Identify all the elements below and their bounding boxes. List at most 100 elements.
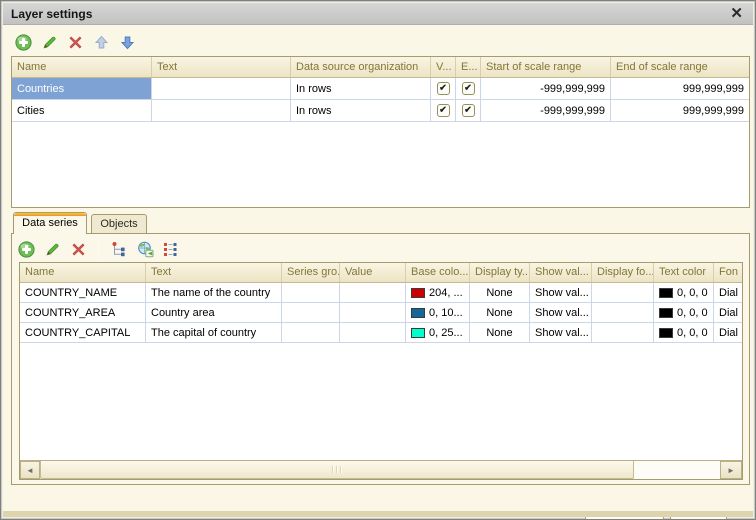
cell-series-name[interactable]: COUNTRY_AREA	[20, 303, 146, 322]
column-header-display-format[interactable]: Display fo...	[592, 263, 654, 282]
cell-show-value[interactable]: Show val...	[530, 283, 592, 302]
scrollbar-track[interactable]	[634, 461, 720, 479]
column-header-font[interactable]: Fon	[714, 263, 742, 282]
cell-show-value[interactable]: Show val...	[530, 323, 592, 342]
edit-series-icon[interactable]	[43, 240, 61, 258]
cell-start-of-scale-range[interactable]: -999,999,999	[481, 78, 611, 99]
cell-end-of-scale-range[interactable]: 999,999,999	[611, 100, 749, 121]
tab-data-series[interactable]: Data series	[13, 212, 87, 234]
column-header-text[interactable]: Text	[152, 57, 291, 77]
layers-grid: Name Text Data source organization V... …	[11, 56, 750, 208]
scroll-right-icon[interactable]: ►	[720, 461, 742, 479]
edit-layer-icon[interactable]	[40, 33, 58, 51]
cell-display-type[interactable]: None	[470, 283, 530, 302]
cell-font[interactable]: Dial	[714, 303, 742, 322]
column-header-data-source-organization[interactable]: Data source organization	[291, 57, 431, 77]
text-color-swatch	[659, 307, 673, 318]
column-header-base-color[interactable]: Base colo...	[406, 263, 470, 282]
series-row-country-name[interactable]: COUNTRY_NAME The name of the country 204…	[20, 283, 742, 303]
series-tree-icon[interactable]	[110, 240, 128, 258]
column-header-text[interactable]: Text	[146, 263, 282, 282]
column-header-display-type[interactable]: Display ty...	[470, 263, 530, 282]
cell-series-name[interactable]: COUNTRY_NAME	[20, 283, 146, 302]
import-from-source-globe-icon[interactable]	[136, 240, 154, 258]
add-layer-icon[interactable]	[14, 33, 32, 51]
cell-value[interactable]	[340, 283, 406, 302]
cell-display-type[interactable]: None	[470, 323, 530, 342]
cell-series-name[interactable]: COUNTRY_CAPITAL	[20, 323, 146, 342]
data-series-tab-page: Name Text Series gro... Value Base colo.…	[11, 233, 750, 485]
delete-layer-icon[interactable]	[66, 33, 84, 51]
column-header-text-color[interactable]: Text color	[654, 263, 714, 282]
series-toolbar	[17, 237, 180, 261]
column-header-end-of-scale-range[interactable]: End of scale range	[611, 57, 749, 77]
cell-enabled: ✔	[456, 78, 481, 99]
column-header-enabled[interactable]: E...	[456, 57, 481, 77]
cell-base-color[interactable]: 0, 10...	[406, 303, 470, 322]
window-frame-bottom	[3, 511, 753, 517]
column-header-show-value[interactable]: Show val...	[530, 263, 592, 282]
text-color-value: 0, 0, 0	[677, 326, 708, 339]
add-series-icon[interactable]	[17, 240, 35, 258]
cell-text-color[interactable]: 0, 0, 0	[654, 303, 714, 322]
cell-display-format[interactable]	[592, 303, 654, 322]
cell-base-color[interactable]: 204, ...	[406, 283, 470, 302]
layer-row-countries[interactable]: Countries In rows ✔ ✔ -999,999,999 999,9…	[12, 78, 749, 100]
cell-data-source-organization[interactable]: In rows	[291, 100, 431, 121]
cell-base-color[interactable]: 0, 25...	[406, 323, 470, 342]
column-header-value[interactable]: Value	[340, 263, 406, 282]
value-mapping-icon[interactable]	[162, 240, 180, 258]
tab-objects[interactable]: Objects	[91, 214, 147, 234]
column-header-visible[interactable]: V...	[431, 57, 456, 77]
cell-series-text[interactable]: The capital of country	[146, 323, 282, 342]
cell-text-color[interactable]: 0, 0, 0	[654, 283, 714, 302]
cell-layer-name[interactable]: Cities	[12, 100, 152, 121]
cell-value[interactable]	[340, 323, 406, 342]
cell-show-value[interactable]: Show val...	[530, 303, 592, 322]
series-row-country-capital[interactable]: COUNTRY_CAPITAL The capital of country 0…	[20, 323, 742, 343]
cell-value[interactable]	[340, 303, 406, 322]
cell-display-format[interactable]	[592, 283, 654, 302]
cell-font[interactable]: Dial	[714, 323, 742, 342]
column-header-start-of-scale-range[interactable]: Start of scale range	[481, 57, 611, 77]
text-color-swatch	[659, 287, 673, 298]
column-header-name[interactable]: Name	[12, 57, 152, 77]
toolbar-separator	[98, 241, 99, 257]
cell-text-color[interactable]: 0, 0, 0	[654, 323, 714, 342]
base-color-value: 0, 25...	[429, 326, 463, 339]
scroll-left-icon[interactable]: ◄	[20, 461, 40, 479]
cell-font[interactable]: Dial	[714, 283, 742, 302]
cell-display-format[interactable]	[592, 323, 654, 342]
cell-layer-text[interactable]	[152, 100, 291, 121]
base-color-swatch	[411, 327, 425, 338]
base-color-swatch	[411, 287, 425, 298]
column-header-series-group[interactable]: Series gro...	[282, 263, 340, 282]
cell-data-source-organization[interactable]: In rows	[291, 78, 431, 99]
cell-visible: ✔	[431, 100, 456, 121]
series-grid: Name Text Series gro... Value Base colo.…	[19, 262, 743, 480]
visible-checkbox[interactable]: ✔	[436, 82, 450, 95]
delete-series-icon[interactable]	[69, 240, 87, 258]
series-row-country-area[interactable]: COUNTRY_AREA Country area 0, 10... None …	[20, 303, 742, 323]
scrollbar-thumb[interactable]	[40, 461, 634, 479]
column-header-name[interactable]: Name	[20, 263, 146, 282]
visible-checkbox[interactable]: ✔	[436, 104, 450, 117]
cell-start-of-scale-range[interactable]: -999,999,999	[481, 100, 611, 121]
move-down-icon[interactable]	[118, 33, 136, 51]
cell-series-group[interactable]	[282, 303, 340, 322]
cell-layer-name[interactable]: Countries	[12, 78, 152, 99]
text-color-value: 0, 0, 0	[677, 306, 708, 319]
cell-series-group[interactable]	[282, 323, 340, 342]
enabled-checkbox[interactable]: ✔	[461, 82, 475, 95]
enabled-checkbox[interactable]: ✔	[461, 104, 475, 117]
cell-series-text[interactable]: Country area	[146, 303, 282, 322]
layers-grid-header: Name Text Data source organization V... …	[12, 57, 749, 78]
cell-layer-text[interactable]	[152, 78, 291, 99]
cell-display-type[interactable]: None	[470, 303, 530, 322]
cell-series-text[interactable]: The name of the country	[146, 283, 282, 302]
layer-row-cities[interactable]: Cities In rows ✔ ✔ -999,999,999 999,999,…	[12, 100, 749, 122]
cell-end-of-scale-range[interactable]: 999,999,999	[611, 78, 749, 99]
close-window-icon[interactable]: ✕	[728, 4, 745, 24]
cell-series-group[interactable]	[282, 283, 340, 302]
move-up-icon[interactable]	[92, 33, 110, 51]
